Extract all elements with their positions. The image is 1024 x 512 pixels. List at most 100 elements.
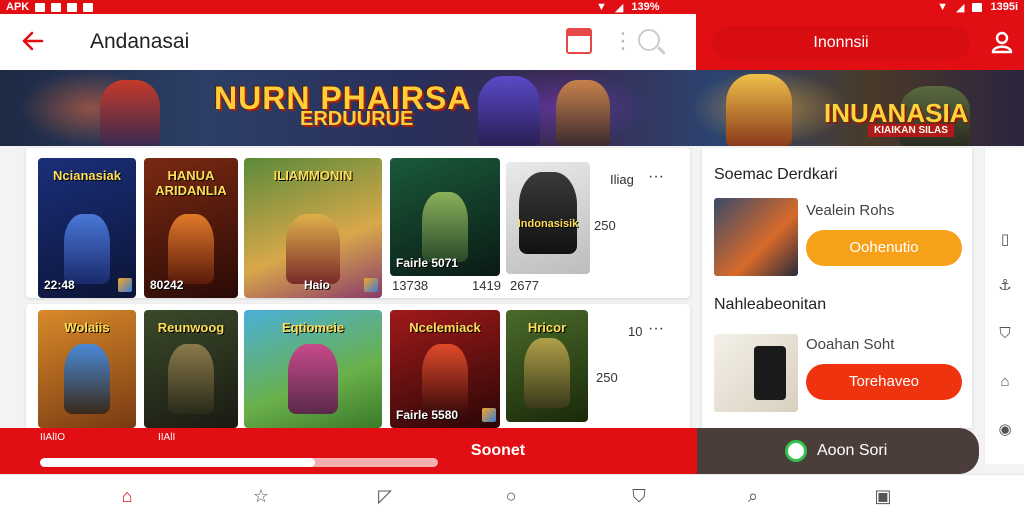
game-tile[interactable]: Eqtiomeie xyxy=(244,310,382,428)
notification-icon xyxy=(35,2,46,12)
profile-icon[interactable] xyxy=(990,30,1014,54)
more-icon[interactable]: ··· xyxy=(648,168,664,186)
game-character xyxy=(288,344,338,414)
chat-icon[interactable]: ◸ xyxy=(374,485,396,507)
circle-icon[interactable]: ○ xyxy=(500,485,522,507)
star-icon[interactable]: ☆ xyxy=(250,485,272,507)
game-footer: Fairle 5071 xyxy=(396,256,459,270)
android-download-button[interactable]: Aoon Sori xyxy=(697,428,979,474)
item-label: Vealein Rohs xyxy=(806,202,895,219)
game-tile[interactable]: Indonasisik xyxy=(506,162,590,274)
item-label: Ooahan Soht xyxy=(806,336,895,353)
phone-icon xyxy=(754,346,786,400)
bookmark-icon[interactable]: ⛉ xyxy=(628,485,650,507)
top-right-panel: Inonnsii xyxy=(696,14,1024,70)
calendar-icon[interactable] xyxy=(566,28,592,54)
progress-bar[interactable] xyxy=(40,458,438,467)
status-bar: APK ▼ ◢ 139% ▼ ◢ 1395i xyxy=(0,0,1024,14)
game-tile[interactable]: Wolaiis xyxy=(38,310,136,428)
progress-fill xyxy=(40,458,315,467)
row-sub: 2677 xyxy=(510,278,539,293)
game-character xyxy=(422,192,468,262)
game-title: Ncelemiack xyxy=(409,320,481,335)
home-icon[interactable]: ⌂ xyxy=(997,374,1013,390)
home-icon[interactable]: ⌂ xyxy=(116,485,138,507)
game-footer: Haio xyxy=(304,278,331,292)
game-tile[interactable]: Fairle 5071 xyxy=(390,158,500,276)
item-action-button[interactable]: Torehaveo xyxy=(806,364,962,400)
item-action-button[interactable]: Oohenutio xyxy=(806,230,962,266)
item-thumbnail[interactable] xyxy=(714,334,798,412)
item-thumbnail[interactable] xyxy=(714,198,798,276)
row-count: 250 xyxy=(594,218,616,233)
search-icon[interactable]: ⌕ xyxy=(742,485,764,507)
more-vertical-icon[interactable]: ⋮ xyxy=(612,28,634,54)
panel-heading: Soemac Derdkari xyxy=(714,166,838,183)
game-tile[interactable]: Ncelemiack Fairle 5580 xyxy=(390,310,500,428)
bottom-nav: ⌂ ☆ ◸ ○ ⛉ ⌕ ▣ xyxy=(0,474,1024,512)
status-right: ▼ ◢ 1395i xyxy=(937,0,1018,14)
status-mid: ▼ ◢ 139% xyxy=(596,0,660,14)
banner-hero xyxy=(726,74,792,146)
game-title: ILIAMMONIN xyxy=(273,168,353,183)
game-title: Wolaiis xyxy=(64,320,110,335)
top-pill-button[interactable]: Inonnsii xyxy=(712,26,970,60)
action-bar-text: IIAlIO xyxy=(40,432,66,443)
action-bar-text: IIAlI xyxy=(158,432,176,443)
game-title: Reunwoog xyxy=(157,320,225,335)
game-character xyxy=(168,214,214,284)
game-title: HANUA ARIDANLIA xyxy=(155,168,227,198)
back-button[interactable] xyxy=(18,26,50,58)
game-footer: 80242 xyxy=(150,278,184,292)
game-character xyxy=(64,214,110,284)
banner-subtitle: ERDUURUE xyxy=(300,108,414,130)
row-label: 10 xyxy=(628,324,643,339)
promo-banner[interactable]: NURN PHAIRSA ERDUURUE INUANASIA KIAIKAN … xyxy=(0,70,1024,146)
row-count: 250 xyxy=(596,370,618,385)
game-tile[interactable]: Reunwoog xyxy=(144,310,238,428)
wifi-icon: ▼ xyxy=(937,1,948,13)
game-tile[interactable]: HANUA ARIDANLIA 80242 xyxy=(144,158,238,298)
game-grid-row-1: Ncianasiak 22:48 HANUA ARIDANLIA 80242 I… xyxy=(26,148,690,298)
side-panel: Soemac Derdkari Vealein Rohs Oohenutio N… xyxy=(702,148,972,428)
side-rail: ▯ ⚓ ⛉ ⌂ ◉ xyxy=(984,148,1024,464)
game-character xyxy=(286,214,340,284)
search-icon[interactable] xyxy=(638,29,660,51)
action-bar-button[interactable]: Soonet xyxy=(440,442,556,460)
wifi-icon: ▼ xyxy=(596,1,607,13)
game-title: Indonasisik xyxy=(517,218,579,230)
game-tile[interactable]: ILIAMMONIN Haio xyxy=(244,158,382,298)
status-left: APK xyxy=(6,0,94,14)
game-title: Ncianasiak xyxy=(53,168,121,183)
game-title: Hricor xyxy=(527,320,567,335)
notification-icon xyxy=(83,2,94,12)
app-icon[interactable]: ▣ xyxy=(872,485,894,507)
banner-hero xyxy=(100,80,160,146)
game-title: Eqtiomeie xyxy=(281,320,345,335)
eye-icon[interactable]: ◉ xyxy=(997,422,1013,438)
app-root: APK ▼ ◢ 139% ▼ ◢ 1395i Andanasai ⋮ Inonn… xyxy=(0,0,1024,512)
row-sub: 13738 xyxy=(392,278,429,293)
game-footer: 22:48 xyxy=(44,278,75,292)
battery-text: 139% xyxy=(631,1,660,13)
banner-hero xyxy=(556,80,610,146)
row-sub: 1419 xyxy=(472,278,501,293)
page-title: Andanasai xyxy=(90,30,190,53)
game-character xyxy=(168,344,214,414)
android-icon xyxy=(785,440,807,462)
store-badge-icon xyxy=(118,278,132,292)
game-tile[interactable]: Ncianasiak 22:48 xyxy=(38,158,136,298)
arrow-left-icon xyxy=(22,31,44,51)
game-character xyxy=(64,344,110,414)
clock-text: 1395i xyxy=(990,1,1018,13)
store-badge-icon xyxy=(364,278,378,292)
game-tile[interactable]: Hricor xyxy=(506,310,588,422)
shield-icon[interactable]: ⛉ xyxy=(997,326,1013,342)
row-label: Iliag xyxy=(610,172,634,187)
anchor-icon[interactable]: ⚓ xyxy=(997,278,1013,294)
notification-icon xyxy=(51,2,62,12)
panel-heading: Nahleabeonitan xyxy=(714,296,827,313)
signal-icon: ◢ xyxy=(956,1,965,14)
more-icon[interactable]: ··· xyxy=(648,320,664,338)
tablet-icon[interactable]: ▯ xyxy=(997,232,1013,248)
